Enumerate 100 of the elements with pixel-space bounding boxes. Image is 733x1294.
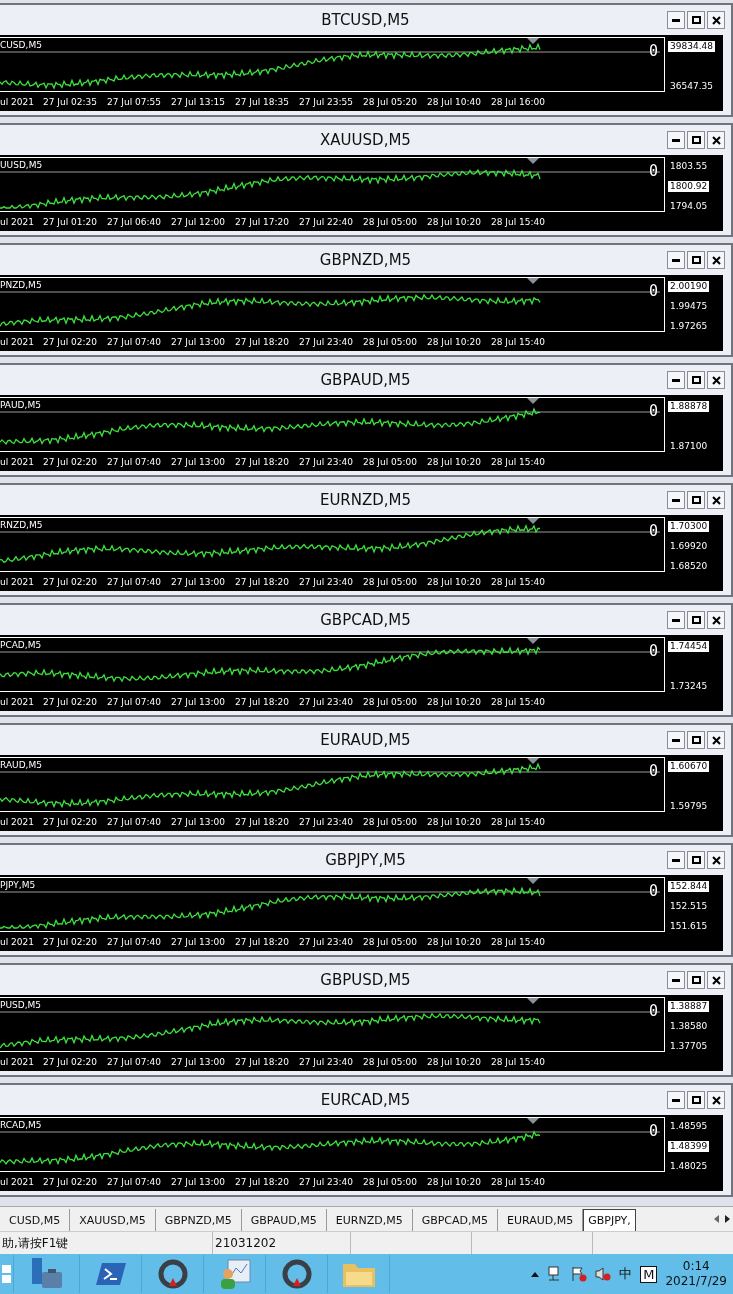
close-button[interactable] xyxy=(707,371,725,389)
chart-symbol-label: PCAD,M5 xyxy=(0,640,42,650)
minimize-button[interactable] xyxy=(667,611,685,629)
time-label: 27 Jul 18:20 xyxy=(235,456,290,467)
maximize-button[interactable] xyxy=(687,971,705,989)
time-label: 28 Jul 05:20 xyxy=(363,96,418,107)
minimize-icon xyxy=(672,258,680,262)
minimize-button[interactable] xyxy=(667,251,685,269)
speaker-muted-icon[interactable] xyxy=(595,1266,612,1282)
maximize-button[interactable] xyxy=(687,731,705,749)
time-label: 27 Jul 02:20 xyxy=(43,576,98,587)
close-button[interactable] xyxy=(707,611,725,629)
minimize-button[interactable] xyxy=(667,731,685,749)
maximize-icon xyxy=(691,376,701,384)
close-icon xyxy=(711,495,721,505)
minimize-button[interactable] xyxy=(667,1091,685,1109)
maximize-button[interactable] xyxy=(687,611,705,629)
minimize-button[interactable] xyxy=(667,971,685,989)
current-price: 1.48399 xyxy=(668,1141,710,1152)
time-label: ul 2021 xyxy=(0,1056,35,1067)
time-label: 28 Jul 10:20 xyxy=(427,696,482,707)
minimize-icon xyxy=(672,858,680,862)
time-label: ul 2021 xyxy=(0,1176,35,1187)
time-label: ul 2021 xyxy=(0,576,35,587)
flag-icon[interactable] xyxy=(571,1266,588,1282)
window-title: XAUUSD,M5 xyxy=(319,131,412,149)
maximize-button[interactable] xyxy=(687,851,705,869)
close-icon xyxy=(711,735,721,745)
close-icon xyxy=(711,375,721,385)
time-label: 27 Jul 02:20 xyxy=(43,816,98,827)
input-mode-indicator[interactable]: M xyxy=(640,1265,658,1283)
minimize-button[interactable] xyxy=(667,131,685,149)
ring-icon xyxy=(280,1258,313,1290)
current-price: 1800.92 xyxy=(668,181,710,192)
time-label: 28 Jul 16:00 xyxy=(491,96,546,107)
price-tick: 1.68520 xyxy=(669,561,709,572)
close-button[interactable] xyxy=(707,851,725,869)
chart-symbol-label: PNZD,M5 xyxy=(0,280,42,290)
window-title: GBPCAD,M5 xyxy=(319,611,412,629)
chart-tab[interactable]: GBPJPY, xyxy=(583,1209,636,1231)
chart-value: 0 xyxy=(648,282,658,300)
time-label: 27 Jul 18:35 xyxy=(235,96,290,107)
right-triangle-icon xyxy=(725,1215,730,1223)
chart-symbol-label: PJPY,M5 xyxy=(0,880,36,890)
price-tick: 1.48595 xyxy=(669,1121,709,1132)
maximize-button[interactable] xyxy=(687,251,705,269)
current-price: 1.60670 xyxy=(668,761,710,772)
clock-date: 2021/7/29 xyxy=(665,1274,727,1289)
chart-value: 0 xyxy=(648,642,658,660)
maximize-button[interactable] xyxy=(687,1091,705,1109)
chart-value: 0 xyxy=(648,1122,658,1140)
current-price: 1.38887 xyxy=(668,1001,710,1012)
chart-value: 0 xyxy=(648,402,658,420)
minimize-button[interactable] xyxy=(667,371,685,389)
close-button[interactable] xyxy=(707,1091,725,1109)
time-label: 27 Jul 02:20 xyxy=(43,936,98,947)
maximize-button[interactable] xyxy=(687,371,705,389)
time-label: 27 Jul 18:20 xyxy=(235,576,290,587)
maximize-button[interactable] xyxy=(687,11,705,29)
up-caret-icon[interactable] xyxy=(531,1271,540,1277)
window-title: EURNZD,M5 xyxy=(318,491,413,509)
time-label: 27 Jul 02:20 xyxy=(43,696,98,707)
time-label: 28 Jul 05:00 xyxy=(363,1176,418,1187)
time-label: 28 Jul 10:20 xyxy=(427,336,482,347)
minimize-button[interactable] xyxy=(667,491,685,509)
window-title: GBPJPY,M5 xyxy=(324,851,407,869)
time-label: 27 Jul 18:20 xyxy=(235,816,290,827)
time-label: 27 Jul 18:20 xyxy=(235,936,290,947)
close-icon xyxy=(711,855,721,865)
input-method-indicator[interactable]: 中 xyxy=(619,1265,633,1283)
time-label: 27 Jul 07:40 xyxy=(107,816,162,827)
time-label: 27 Jul 17:20 xyxy=(235,216,290,227)
time-label: ul 2021 xyxy=(0,696,35,707)
close-button[interactable] xyxy=(707,491,725,509)
close-button[interactable] xyxy=(707,731,725,749)
close-button[interactable] xyxy=(707,131,725,149)
close-button[interactable] xyxy=(707,251,725,269)
chart-value: 0 xyxy=(648,162,658,180)
minimize-button[interactable] xyxy=(667,851,685,869)
minimize-icon xyxy=(672,378,680,382)
minimize-button[interactable] xyxy=(667,11,685,29)
time-label: 27 Jul 23:40 xyxy=(299,576,354,587)
start-button[interactable] xyxy=(0,1255,14,1293)
time-label: 27 Jul 13:00 xyxy=(171,1056,226,1067)
window-title: EURAUD,M5 xyxy=(319,731,412,749)
minimize-icon xyxy=(672,18,680,22)
time-label: 28 Jul 10:20 xyxy=(427,816,482,827)
close-button[interactable] xyxy=(707,11,725,29)
time-label: 27 Jul 22:40 xyxy=(299,216,354,227)
time-label: 27 Jul 13:00 xyxy=(171,816,226,827)
time-label: 27 Jul 12:00 xyxy=(171,216,226,227)
time-label: 27 Jul 13:15 xyxy=(171,96,226,107)
marker-triangle-icon xyxy=(527,878,539,884)
minimize-icon xyxy=(672,1098,680,1102)
price-tick: 36547.35 xyxy=(669,81,714,92)
minimize-icon xyxy=(672,138,680,142)
maximize-button[interactable] xyxy=(687,131,705,149)
close-button[interactable] xyxy=(707,971,725,989)
maximize-button[interactable] xyxy=(687,491,705,509)
time-label: 27 Jul 02:20 xyxy=(43,1056,98,1067)
